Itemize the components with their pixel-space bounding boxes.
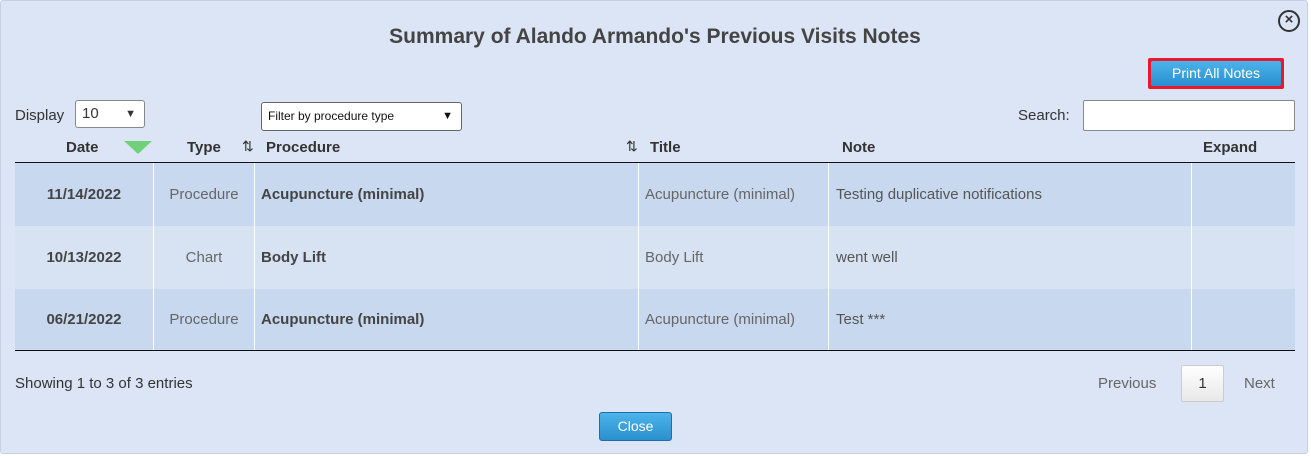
search-input[interactable] <box>1083 100 1295 131</box>
visit-notes-dialog: Summary of Alando Armando's Previous Vis… <box>0 0 1308 454</box>
pagination-page-1[interactable]: 1 <box>1181 365 1224 402</box>
pagination-previous[interactable]: Previous <box>1098 375 1156 392</box>
display-count-value: 10 <box>82 105 99 122</box>
cell-procedure: Body Lift <box>255 226 639 289</box>
column-header-title[interactable]: Title <box>650 139 681 156</box>
column-header-expand: Expand <box>1203 139 1258 156</box>
column-header-procedure[interactable]: Procedure <box>266 139 340 156</box>
cell-date: 10/13/2022 <box>15 226 154 289</box>
cell-note: went well <box>829 226 1192 289</box>
procedure-type-filter-value: Filter by procedure type <box>268 109 395 123</box>
print-all-notes-button[interactable]: Print All Notes <box>1148 58 1284 89</box>
dialog-title: Summary of Alando Armando's Previous Vis… <box>389 25 921 48</box>
table-row[interactable]: 06/21/2022 Procedure Acupuncture (minima… <box>15 289 1295 350</box>
cell-expand[interactable] <box>1192 163 1295 226</box>
cell-title: Acupuncture (minimal) <box>639 163 829 226</box>
table-bottom-divider <box>15 350 1295 351</box>
close-button[interactable]: Close <box>599 412 672 441</box>
close-dialog-icon[interactable]: × <box>1278 10 1300 32</box>
cell-expand[interactable] <box>1192 226 1295 289</box>
cell-note: Test *** <box>829 289 1192 350</box>
entries-info: Showing 1 to 3 of 3 entries <box>15 375 193 392</box>
cell-title: Acupuncture (minimal) <box>639 289 829 350</box>
display-count-select[interactable]: 10 ▼ <box>75 100 145 128</box>
cell-note: Testing duplicative notifications <box>829 163 1192 226</box>
procedure-type-filter-select[interactable]: Filter by procedure type ▼ <box>261 102 462 131</box>
cell-type: Procedure <box>154 289 255 350</box>
cell-title: Body Lift <box>639 226 829 289</box>
sort-active-icon[interactable] <box>124 141 152 154</box>
table-row[interactable]: 11/14/2022 Procedure Acupuncture (minima… <box>15 163 1295 226</box>
chevron-down-icon: ▼ <box>442 110 453 122</box>
column-header-date[interactable]: Date <box>66 139 99 156</box>
cell-procedure: Acupuncture (minimal) <box>255 163 639 226</box>
table-row[interactable]: 10/13/2022 Chart Body Lift Body Lift wen… <box>15 226 1295 289</box>
cell-procedure: Acupuncture (minimal) <box>255 289 639 350</box>
sort-icon[interactable]: ⇅ <box>626 138 638 155</box>
sort-icon[interactable]: ⇅ <box>242 138 254 155</box>
cell-date: 11/14/2022 <box>15 163 154 226</box>
cell-expand[interactable] <box>1192 289 1295 350</box>
column-header-note: Note <box>842 139 876 156</box>
cell-type: Chart <box>154 226 255 289</box>
print-all-notes-label: Print All Notes <box>1151 61 1281 86</box>
cell-date: 06/21/2022 <box>15 289 154 350</box>
cell-type: Procedure <box>154 163 255 226</box>
search-label: Search: <box>1018 107 1070 124</box>
pagination-next[interactable]: Next <box>1244 375 1275 392</box>
column-header-type[interactable]: Type <box>187 139 221 156</box>
display-label: Display <box>15 107 65 124</box>
chevron-down-icon: ▼ <box>125 108 136 120</box>
